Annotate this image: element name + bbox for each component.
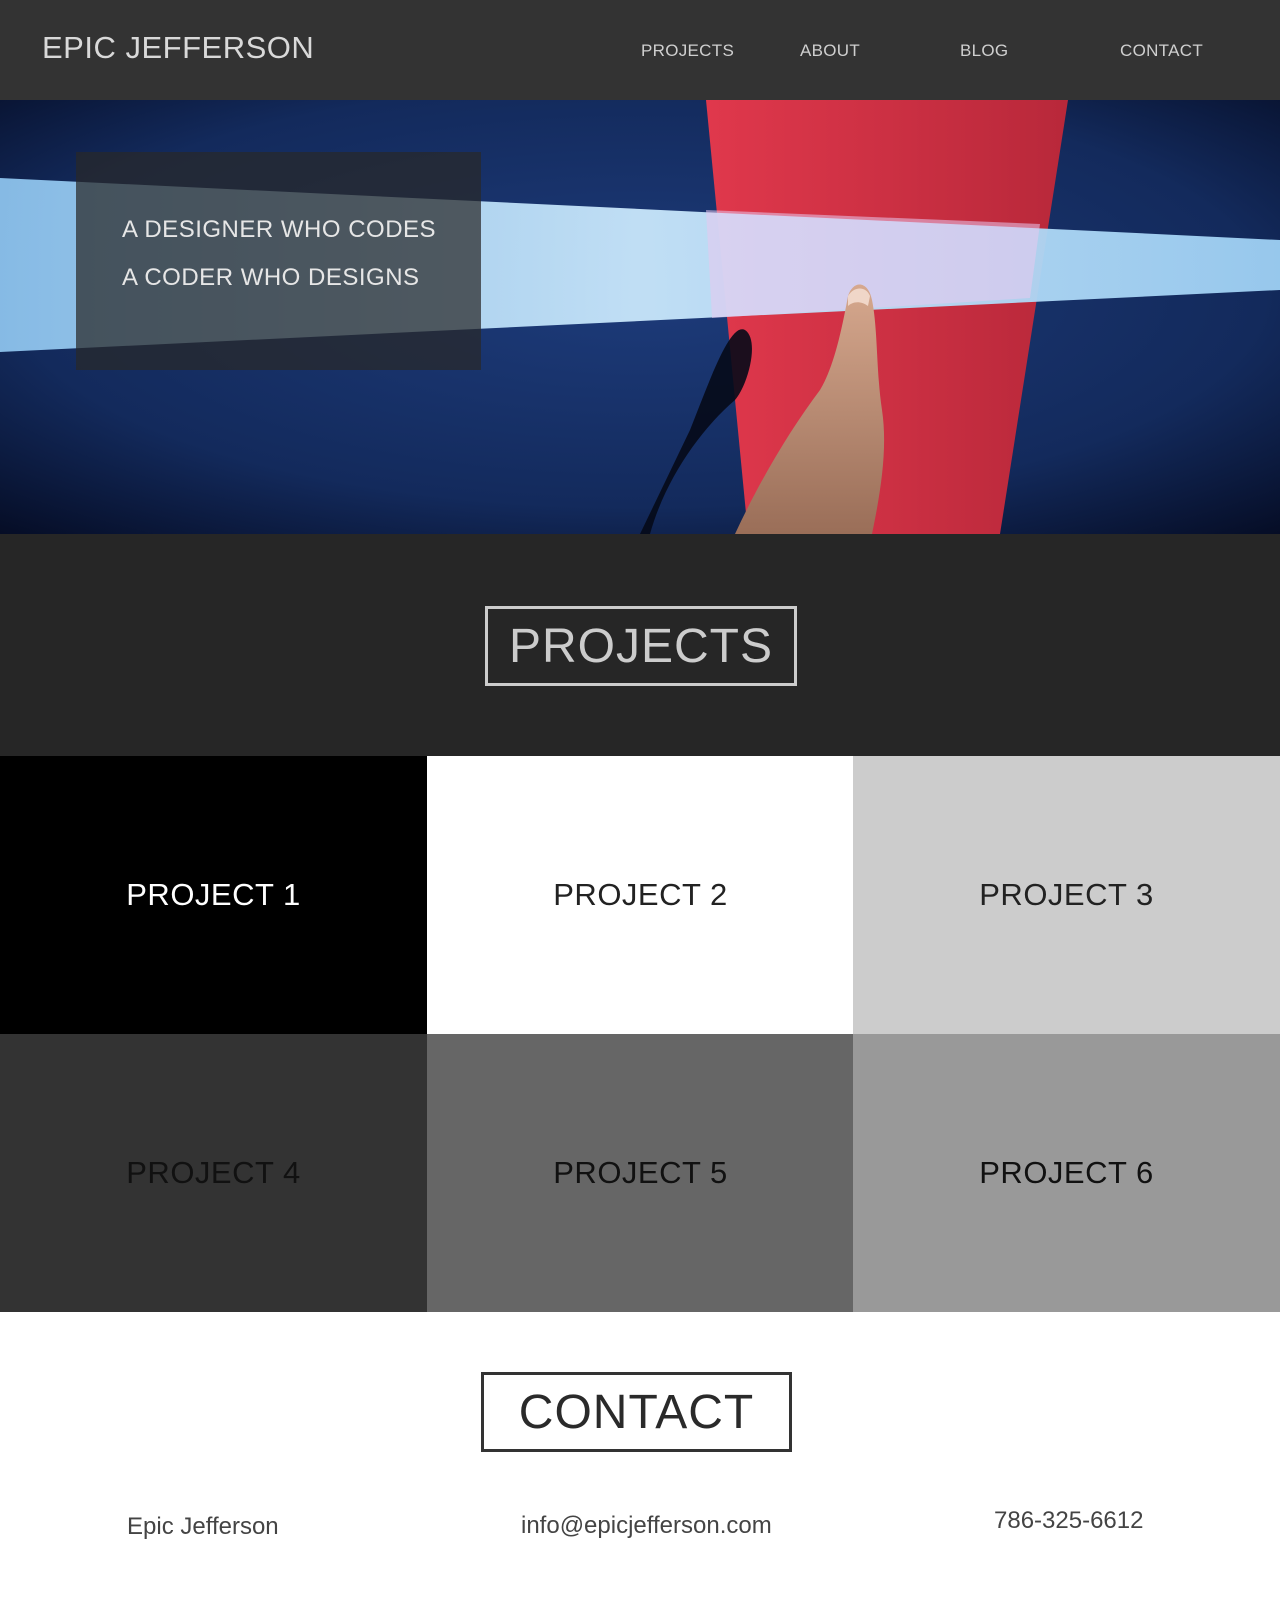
hero-tagline-box: A DESIGNER WHO CODES A CODER WHO DESIGNS [76, 152, 481, 370]
project-tile-label: PROJECT 3 [979, 877, 1154, 912]
projects-section-header: PROJECTS [0, 534, 1280, 756]
nav-link-blog[interactable]: BLOG [960, 41, 1008, 61]
top-navbar: EPIC JEFFERSON PROJECTS ABOUT BLOG CONTA… [0, 0, 1280, 100]
hero-tagline-line-1: A DESIGNER WHO CODES [122, 216, 437, 243]
hero-tagline-line-2: A CODER WHO DESIGNS [122, 264, 420, 291]
contact-section-title: CONTACT [518, 1385, 755, 1439]
contact-email-link[interactable]: info@epicjefferson.com [521, 1512, 772, 1540]
project-tile-6[interactable]: PROJECT 6 [853, 1034, 1280, 1312]
contact-phone-link[interactable]: 786-325-6612 [994, 1507, 1143, 1535]
project-tile-1[interactable]: PROJECT 1 [0, 756, 427, 1034]
project-tile-label: PROJECT 4 [126, 1155, 301, 1190]
hero-banner: A DESIGNER WHO CODES A CODER WHO DESIGNS [0, 100, 1280, 534]
nav-link-about[interactable]: ABOUT [800, 41, 860, 61]
contact-title-frame: CONTACT [481, 1372, 792, 1452]
projects-section-title: PROJECTS [508, 619, 774, 673]
project-tile-2[interactable]: PROJECT 2 [427, 756, 854, 1034]
project-tile-label: PROJECT 2 [553, 877, 728, 912]
project-tile-label: PROJECT 1 [126, 877, 301, 912]
brand-logo-link[interactable]: EPIC JEFFERSON [42, 30, 314, 66]
project-tile-5[interactable]: PROJECT 5 [427, 1034, 854, 1312]
nav-link-projects[interactable]: PROJECTS [641, 41, 734, 61]
contact-name: Epic Jefferson [127, 1513, 279, 1540]
project-tile-label: PROJECT 6 [979, 1155, 1154, 1190]
projects-title-frame: PROJECTS [485, 606, 797, 686]
project-tile-label: PROJECT 5 [553, 1155, 728, 1190]
project-tile-3[interactable]: PROJECT 3 [853, 756, 1280, 1034]
project-tile-4[interactable]: PROJECT 4 [0, 1034, 427, 1312]
nav-link-contact[interactable]: CONTACT [1120, 41, 1203, 61]
